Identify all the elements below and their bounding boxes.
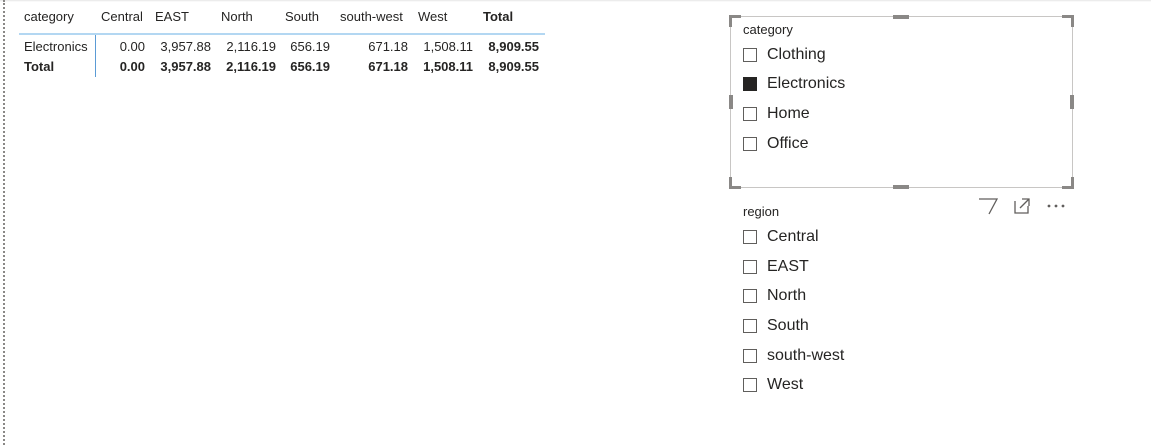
matrix-header-west[interactable]: West xyxy=(418,9,447,24)
category-slicer-frame[interactable] xyxy=(729,15,1074,189)
slicer-item-central[interactable]: Central xyxy=(743,226,819,248)
matrix-cell-total: 656.19 xyxy=(290,59,330,74)
slicer-item-label: Clothing xyxy=(767,46,826,63)
matrix-header-total[interactable]: Total xyxy=(483,9,513,24)
more-options-icon[interactable] xyxy=(1046,196,1066,216)
slicer-item-label: North xyxy=(767,287,807,304)
checkbox[interactable] xyxy=(743,349,757,363)
slicer-item-label: South xyxy=(767,317,809,334)
checkbox[interactable] xyxy=(743,137,757,151)
filter-icon[interactable] xyxy=(978,196,998,216)
resize-corner-top-left[interactable] xyxy=(729,15,741,27)
category-slicer-title: category xyxy=(743,22,793,37)
slicer-item-home[interactable]: Home xyxy=(743,103,810,125)
matrix-header-south[interactable]: South xyxy=(285,9,319,24)
matrix-header-divider xyxy=(19,33,545,35)
matrix-cell-total: 2,116.19 xyxy=(226,59,276,74)
matrix-cell-total: 8,909.55 xyxy=(488,39,539,54)
slicer-item-label: Electronics xyxy=(767,75,846,92)
resize-handle-bottom[interactable] xyxy=(893,185,909,189)
slicer-item-south[interactable]: South xyxy=(743,315,809,337)
canvas-left-border xyxy=(3,0,5,445)
slicer-item-label: south-west xyxy=(767,347,845,364)
matrix-header-south-west[interactable]: south-west xyxy=(340,9,403,24)
focus-mode-icon[interactable] xyxy=(1012,196,1032,216)
matrix-cell-total: 1,508.11 xyxy=(423,59,473,74)
matrix-cell: 671.18 xyxy=(368,39,408,54)
region-slicer-title: region xyxy=(743,204,780,219)
slicer-item-clothing[interactable]: Clothing xyxy=(743,44,826,66)
resize-corner-bottom-right[interactable] xyxy=(1062,177,1074,189)
matrix-header-central[interactable]: Central xyxy=(101,9,143,24)
slicer-item-north[interactable]: North xyxy=(743,285,806,307)
slicer-item-west[interactable]: West xyxy=(743,374,803,396)
checkbox[interactable] xyxy=(743,107,757,121)
resize-corner-top-right[interactable] xyxy=(1062,15,1074,27)
matrix-visual[interactable]: category Central EAST North South south-… xyxy=(19,6,545,86)
slicer-item-label: EAST xyxy=(767,258,809,275)
matrix-cell-total: 3,957.88 xyxy=(160,59,211,74)
matrix-row-label[interactable]: Electronics xyxy=(24,39,88,54)
slicer-item-label: West xyxy=(767,376,804,393)
report-canvas: category Central EAST North South south-… xyxy=(0,0,1151,445)
slicer-item-south-west[interactable]: south-west xyxy=(743,345,844,367)
matrix-cell-total: 671.18 xyxy=(368,59,408,74)
slicer-item-label: Central xyxy=(767,228,819,245)
matrix-cell: 3,957.88 xyxy=(160,39,211,54)
slicer-item-label: Home xyxy=(767,105,810,122)
resize-handle-left[interactable] xyxy=(729,95,733,109)
checkbox[interactable] xyxy=(743,378,757,392)
matrix-cell: 0.00 xyxy=(119,39,145,54)
slicer-item-label: Office xyxy=(767,135,809,152)
slicer-item-east[interactable]: EAST xyxy=(743,256,809,278)
checkbox[interactable] xyxy=(743,230,757,244)
checkbox[interactable] xyxy=(743,289,757,303)
slicer-item-office[interactable]: Office xyxy=(743,133,809,155)
resize-corner-bottom-left[interactable] xyxy=(729,177,741,189)
matrix-header-north[interactable]: North xyxy=(221,9,253,24)
checkbox-checked[interactable] xyxy=(743,77,757,91)
matrix-cell-grand-total: 8,909.55 xyxy=(488,59,539,74)
matrix-total-row-label: Total xyxy=(24,59,55,74)
matrix-cell: 1,508.11 xyxy=(423,39,473,54)
matrix-row-header-divider xyxy=(95,35,96,77)
resize-handle-right[interactable] xyxy=(1070,95,1074,109)
checkbox[interactable] xyxy=(743,260,757,274)
resize-handle-top[interactable] xyxy=(893,15,909,19)
checkbox[interactable] xyxy=(743,319,757,333)
slicer-item-electronics[interactable]: Electronics xyxy=(743,73,845,95)
matrix-cell: 656.19 xyxy=(290,39,330,54)
matrix-header-east[interactable]: EAST xyxy=(155,9,189,24)
matrix-header-category[interactable]: category xyxy=(24,9,74,24)
matrix-cell-total: 0.00 xyxy=(119,59,145,74)
matrix-cell: 2,116.19 xyxy=(226,39,276,54)
checkbox[interactable] xyxy=(743,48,757,62)
canvas-top-edge xyxy=(0,0,1151,2)
